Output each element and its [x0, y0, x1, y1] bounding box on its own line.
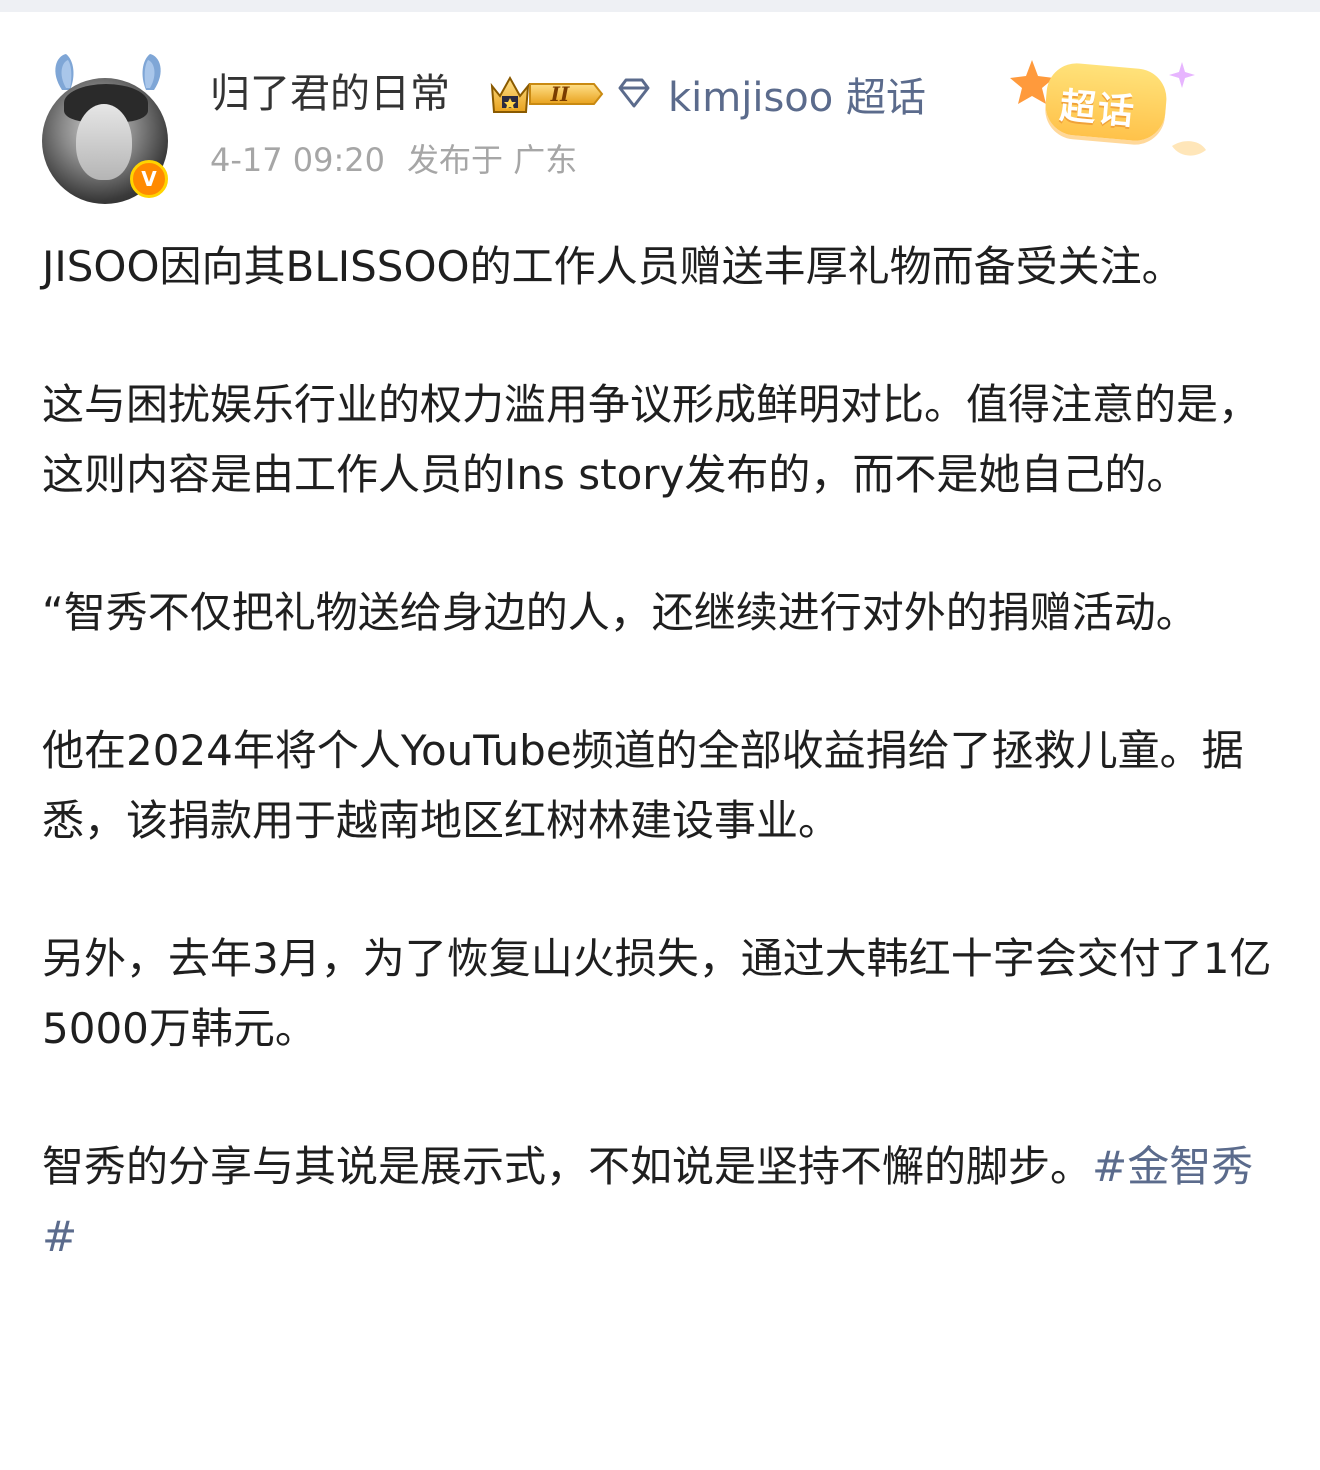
author-name[interactable]: 归了君的日常 [210, 68, 450, 120]
sticker-label: 超话 [1058, 85, 1138, 134]
paragraph-6: 智秀的分享与其说是展示式，不如说是坚持不懈的脚步。#金智秀# [42, 1132, 1282, 1272]
post-meta: 4-17 09:20 发布于 广东 [210, 138, 577, 182]
post-header: V 归了君的日常 II kimjisoo 超话 4-17 09:20 发布于 广东 [0, 12, 1320, 212]
post-body: JISOO因向其BLISSOO的工作人员赠送丰厚礼物而备受关注。 这与困扰娱乐行… [42, 232, 1282, 1272]
verified-badge-icon: V [130, 160, 168, 198]
post-location: 发布于 广东 [407, 141, 578, 179]
paragraph-2: 这与困扰娱乐行业的权力滥用争议形成鲜明对比。值得注意的是，这则内容是由工作人员的… [42, 380, 1261, 499]
paragraph-3: “智秀不仅把礼物送给身边的人，还继续进行对外的捐赠活动。 [42, 588, 1198, 637]
diamond-icon [618, 78, 650, 108]
supertopic-label: kimjisoo 超话 [668, 75, 926, 121]
crown-level-badge-icon: II [490, 75, 604, 113]
post-time: 4-17 09:20 [210, 141, 386, 179]
supertopic-sticker[interactable]: 超话 [1000, 50, 1220, 160]
paragraph-1: JISOO因向其BLISSOO的工作人员赠送丰厚礼物而备受关注。 [42, 242, 1184, 291]
paragraph-4: 他在2024年将个人YouTube频道的全部收益捐给了拯救儿童。据悉，该捐款用于… [42, 726, 1244, 845]
supertopic-link[interactable]: kimjisoo 超话 [612, 68, 926, 121]
paragraph-6-text: 智秀的分享与其说是展示式，不如说是坚持不懈的脚步。 [42, 1142, 1093, 1191]
svg-text:II: II [550, 82, 570, 106]
top-divider [0, 0, 1320, 12]
avatar-container[interactable]: V [40, 48, 180, 204]
paragraph-5: 另外，去年3月，为了恢复山火损失，通过大韩红十字会交付了1亿5000万韩元。 [42, 934, 1272, 1053]
